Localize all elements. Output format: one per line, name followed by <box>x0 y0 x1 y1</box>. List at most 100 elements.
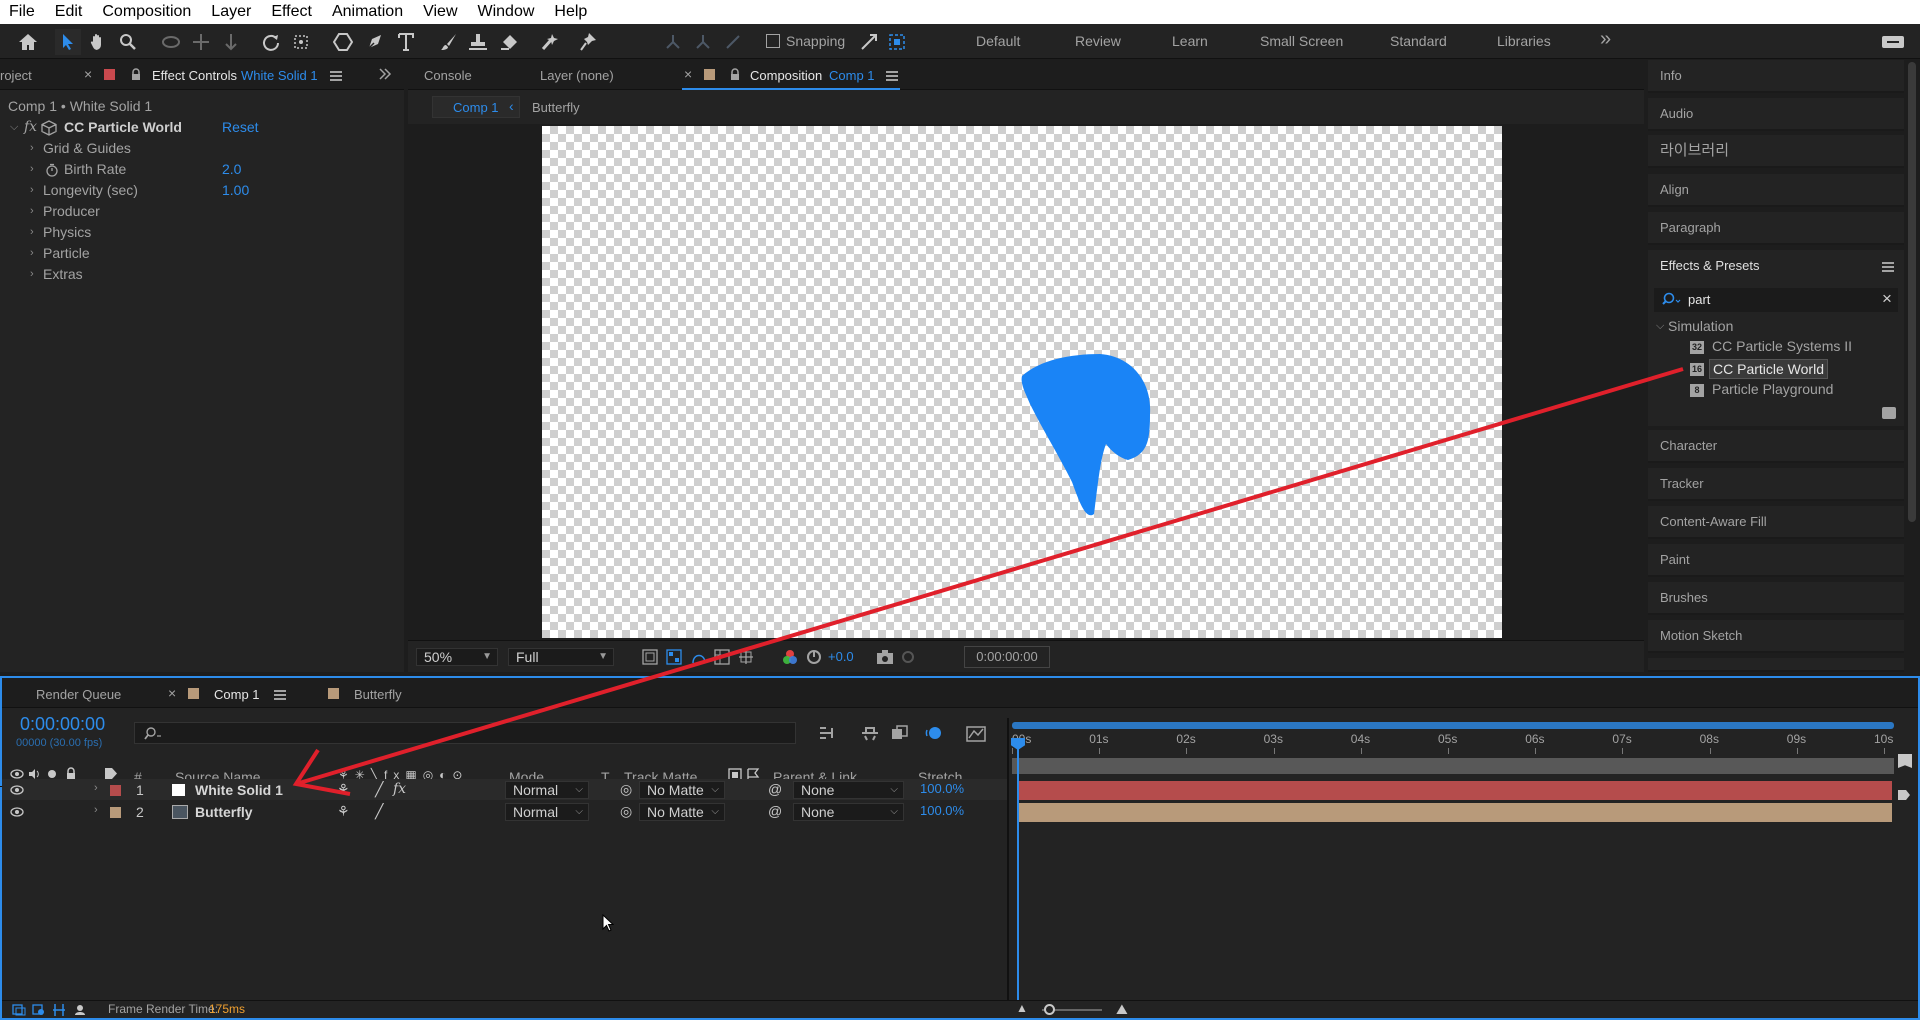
collapse-switch-icon[interactable]: ⚘ <box>337 803 350 820</box>
expand-panels-icon[interactable] <box>378 68 392 80</box>
layer-name[interactable]: White Solid 1 <box>195 782 283 798</box>
color-channels-icon[interactable] <box>782 649 798 665</box>
composition-tab-name[interactable]: Comp 1 <box>829 68 875 83</box>
right-panel-scrollbar[interactable] <box>1908 62 1916 522</box>
panel-character[interactable]: Character <box>1648 430 1904 463</box>
exposure-value[interactable]: +0.0 <box>828 649 854 664</box>
comp-marker-bin-icon[interactable] <box>1896 788 1912 802</box>
pan-behind-icon[interactable] <box>288 29 314 55</box>
zoom-dropdown[interactable]: 50% ▼ <box>416 648 498 666</box>
layer-switches-toggle-icon[interactable] <box>12 1004 26 1016</box>
menu-file[interactable]: File <box>0 0 46 24</box>
property-value[interactable]: 1.00 <box>222 180 249 201</box>
fx-switch-icon[interactable]: fx <box>393 781 406 797</box>
layer-bar[interactable] <box>1018 803 1892 822</box>
category-simulation[interactable]: Simulation <box>1668 318 1733 334</box>
grid-guides-icon[interactable] <box>714 649 730 665</box>
lock-icon[interactable] <box>131 68 141 81</box>
snapshot-icon[interactable] <box>876 649 894 665</box>
table-row[interactable]: › 2 Butterfly ⚘ ╱ Normal ⌵ ◎ No Matte ⌵ @ … <box>2 801 1007 822</box>
in-out-toggle-icon[interactable] <box>52 1003 66 1017</box>
chevron-down-icon[interactable]: ⌵ <box>1656 320 1664 333</box>
workspace-libraries[interactable]: Libraries <box>1497 33 1551 49</box>
expand-chevron-icon[interactable]: › <box>94 804 98 816</box>
parent-dropdown[interactable]: None ⌵ <box>793 803 904 821</box>
local-axis-icon[interactable] <box>660 29 686 55</box>
puppet-pin-icon[interactable] <box>575 29 601 55</box>
home-icon[interactable] <box>15 29 41 55</box>
lock-icon[interactable] <box>730 68 740 81</box>
effect-controls-layer-name[interactable]: White Solid 1 <box>241 68 318 83</box>
stretch-value[interactable]: 100.0% <box>920 781 964 796</box>
collapse-switch-icon[interactable]: ⚘ <box>337 781 350 798</box>
panel-paint[interactable]: Paint <box>1648 544 1904 577</box>
reset-exposure-icon[interactable] <box>806 649 822 665</box>
tab-effect-controls[interactable]: Effect Controls <box>152 68 237 83</box>
brush-tool-icon[interactable] <box>436 29 462 55</box>
property-row[interactable]: › Producer <box>0 201 404 222</box>
transfer-controls-toggle-icon[interactable] <box>32 1004 46 1016</box>
zoom-out-icon[interactable]: ▲ <box>1016 1001 1028 1015</box>
eraser-tool-icon[interactable] <box>496 29 522 55</box>
rotation-tool-icon[interactable] <box>258 29 284 55</box>
menu-layer[interactable]: Layer <box>202 0 262 24</box>
playhead[interactable] <box>1017 740 1019 1000</box>
tab-render-queue[interactable]: Render Queue <box>36 687 121 702</box>
video-switch-icon[interactable] <box>10 769 24 779</box>
workspace-learn[interactable]: Learn <box>1172 33 1208 49</box>
timecode-field[interactable]: 0:00:00:00 <box>964 646 1050 668</box>
breadcrumb-butterfly[interactable]: Butterfly <box>532 100 580 115</box>
channel-icon[interactable] <box>738 649 754 665</box>
track-matte-dropdown[interactable]: No Matte ⌵ <box>639 803 725 821</box>
pickwhip-icon[interactable]: @ <box>768 803 782 819</box>
panel-motion-sketch[interactable]: Motion Sketch <box>1648 620 1904 653</box>
panel-menu-icon[interactable] <box>330 71 342 81</box>
frame-blending-icon[interactable] <box>890 724 910 742</box>
workspace-default[interactable]: Default <box>976 33 1020 49</box>
table-row[interactable]: › 1 White Solid 1 ⚘ ╱ fx Normal ⌵ ◎ No Ma… <box>2 779 1007 800</box>
track-matte-dropdown[interactable]: No Matte ⌵ <box>639 781 725 799</box>
transparency-grid-icon[interactable] <box>666 649 682 665</box>
property-value[interactable]: 2.0 <box>222 159 241 180</box>
pan-camera-icon[interactable] <box>188 29 214 55</box>
close-icon[interactable]: × <box>684 66 692 82</box>
timeline-splitter[interactable] <box>1007 718 1009 1000</box>
panel-menu-icon[interactable] <box>886 71 898 81</box>
panel-menu-icon[interactable] <box>274 690 286 700</box>
zoom-slider-thumb[interactable] <box>1044 1004 1055 1015</box>
menu-animation[interactable]: Animation <box>323 0 414 24</box>
panel-align[interactable]: Align <box>1648 174 1904 207</box>
panel-audio[interactable]: Audio <box>1648 98 1904 131</box>
shy-layers-icon[interactable] <box>860 724 880 742</box>
snapping-checkbox[interactable] <box>766 34 780 48</box>
property-row[interactable]: › Particle <box>0 243 404 264</box>
expand-chevron-icon[interactable]: › <box>94 782 98 794</box>
menu-composition[interactable]: Composition <box>93 0 202 24</box>
time-navigator[interactable] <box>1012 722 1894 729</box>
search-help-icon[interactable] <box>1880 29 1906 55</box>
tab-layer[interactable]: Layer (none) <box>540 68 614 83</box>
clear-search-icon[interactable]: × <box>1882 289 1892 309</box>
selection-tool-icon[interactable] <box>55 29 81 55</box>
panel-partial[interactable] <box>1648 658 1904 672</box>
workspace-more-icon[interactable]: » <box>1600 28 1611 51</box>
matte-source-icon[interactable]: ◎ <box>620 803 632 820</box>
eye-icon[interactable] <box>10 785 24 795</box>
panel-libraries-kr[interactable]: 라이브러리 <box>1648 135 1904 168</box>
solo-switch-icon[interactable] <box>48 770 56 778</box>
work-area-bar[interactable] <box>1012 758 1894 774</box>
current-time[interactable]: 0:00:00:00 <box>20 714 105 735</box>
property-row[interactable]: › Extras <box>0 264 404 285</box>
zoom-tool-icon[interactable] <box>115 29 141 55</box>
mask-visibility-icon[interactable] <box>691 649 707 665</box>
stopwatch-icon[interactable] <box>45 163 59 177</box>
tab-project[interactable]: roject <box>0 68 32 83</box>
panel-paragraph[interactable]: Paragraph <box>1648 212 1904 245</box>
property-row[interactable]: › Grid & Guides <box>0 138 404 159</box>
tab-composition[interactable]: Composition <box>750 68 822 83</box>
workspace-small-screen[interactable]: Small Screen <box>1260 33 1343 49</box>
tab-console[interactable]: Console <box>424 68 472 83</box>
orbit-camera-icon[interactable] <box>158 29 184 55</box>
property-row[interactable]: › Birth Rate 2.0 <box>0 159 404 180</box>
view-axis-icon[interactable] <box>720 29 746 55</box>
